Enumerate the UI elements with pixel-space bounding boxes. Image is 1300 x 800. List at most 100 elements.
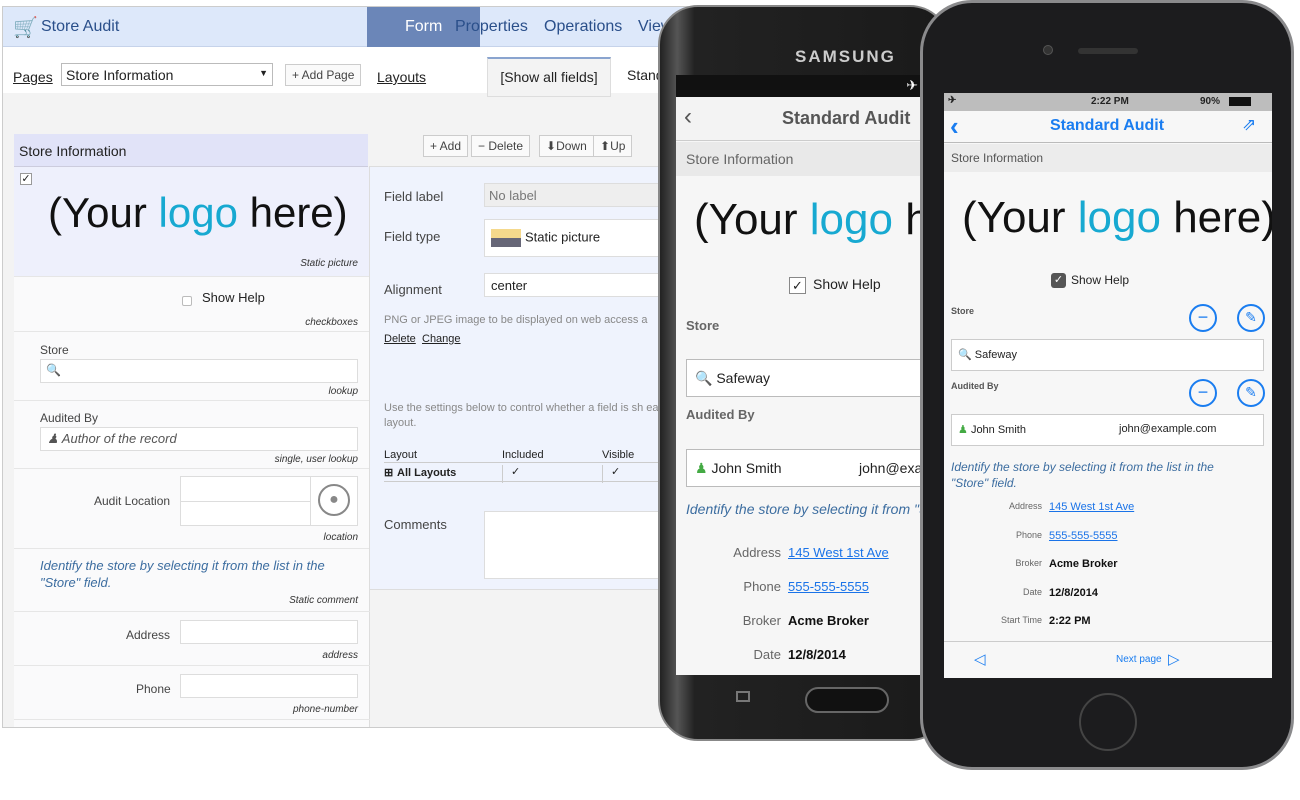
field-audit-location[interactable]: Audit Location ● location <box>14 469 370 549</box>
pager: ◁ Next page ▷ <box>944 641 1272 678</box>
add-page-button[interactable]: + Add Page <box>285 64 362 86</box>
field-link[interactable]: 555-555-5555 <box>788 579 869 594</box>
expand-icon[interactable]: ⊞ <box>384 466 393 479</box>
field-logo[interactable]: ✓ (Your logo here) Static picture <box>14 167 370 277</box>
home-button[interactable] <box>805 687 889 713</box>
home-button[interactable] <box>1079 693 1137 751</box>
page-select-value: Store Information <box>66 67 174 83</box>
logo-image: (Your logo here) <box>48 189 348 236</box>
clear-icon[interactable]: − <box>1189 304 1217 332</box>
field-label: Phone <box>743 579 781 594</box>
clear-icon[interactable]: − <box>1189 379 1217 407</box>
field-link[interactable]: 145 West 1st Ave <box>1049 501 1134 513</box>
layout-help-text: Use the settings below to control whethe… <box>384 402 671 429</box>
user-name: John Smith <box>970 424 1026 436</box>
delete-field-button[interactable]: − Delete <box>471 135 531 157</box>
field-store[interactable]: Store 🔍 lookup <box>14 332 370 401</box>
layout-table: Layout Included Visible ⊞ All Layouts ✓ … <box>384 449 674 485</box>
store-input[interactable]: 🔍 Safeway <box>686 359 948 397</box>
properties-panel: Field label No label Field type Static p… <box>369 166 674 590</box>
pages-label[interactable]: Pages <box>13 69 53 85</box>
audited-by-placeholder: Author of the record <box>61 431 177 446</box>
user-icon: ♟ <box>47 431 59 446</box>
table-row[interactable]: ⊞ All Layouts ✓ ✓ <box>384 462 674 483</box>
field-link[interactable]: 555-555-5555 <box>1049 530 1118 542</box>
tab-operations[interactable]: Operations <box>535 7 631 47</box>
add-field-button[interactable]: + Add <box>423 135 469 157</box>
field-address[interactable]: Address address <box>14 612 370 666</box>
included-check-icon[interactable]: ✓ <box>502 465 520 483</box>
col-included: Included <box>502 449 544 461</box>
tab-properties[interactable]: Properties <box>446 7 537 47</box>
latitude-input[interactable] <box>180 476 311 502</box>
back-icon[interactable]: ‹ <box>684 103 692 131</box>
app-title: Store Audit <box>41 18 120 35</box>
page-select[interactable]: Store Information ▼ <box>61 63 273 86</box>
share-icon[interactable]: ⇗ <box>1242 115 1256 135</box>
field-label: Address <box>733 545 781 560</box>
prev-page-icon[interactable]: ◁ <box>974 650 986 668</box>
search-icon: 🔍 <box>695 370 713 386</box>
next-page-link[interactable]: Next page <box>1116 654 1162 665</box>
store-label: Store <box>40 343 69 357</box>
change-image-link[interactable]: Change <box>422 333 461 345</box>
audited-by-input[interactable]: ♟ Author of the record <box>40 427 358 451</box>
col-layout: Layout <box>384 449 418 461</box>
field-label-label: Field label <box>384 189 444 204</box>
move-down-button[interactable]: ⬇Down <box>539 135 594 157</box>
show-help-checkbox[interactable]: ✓ <box>789 277 806 294</box>
edit-pencil-icon[interactable]: ✎ <box>1237 304 1265 332</box>
next-page-icon[interactable]: ▷ <box>1168 650 1180 668</box>
nav-bar: ‹ Standard Audit ⇗ <box>944 111 1272 143</box>
battery-icon <box>1229 97 1251 106</box>
logo-image: (Your logo here) <box>962 193 1272 242</box>
visible-check-icon[interactable]: ✓ <box>602 465 620 483</box>
map-pin-button[interactable]: ● <box>310 476 358 526</box>
layouts-label[interactable]: Layouts <box>377 69 426 85</box>
layout-tab-all[interactable]: [Show all fields] <box>487 57 611 97</box>
store-input[interactable]: 🔍 Safeway <box>951 339 1264 371</box>
audited-by-input[interactable]: ♟ John Smith john@example.com <box>951 414 1264 446</box>
iphone-screen: ✈ 2:22 PM 90% ‹ Standard Audit ⇗ Store I… <box>944 93 1272 678</box>
field-type-hint: address <box>322 650 358 661</box>
screen-title: Standard Audit <box>1050 117 1165 134</box>
col-visible: Visible <box>602 449 635 461</box>
field-label: Broker <box>742 613 781 628</box>
field-type-hint: Static comment <box>289 595 358 606</box>
address-input[interactable] <box>180 620 358 644</box>
status-bar: ✈ 2:22 PM 90% <box>944 93 1272 111</box>
show-help-checkbox[interactable]: ✓ <box>1051 273 1066 288</box>
recent-apps-icon[interactable] <box>736 691 750 702</box>
delete-image-link[interactable]: Delete <box>384 333 416 345</box>
field-show-help[interactable]: Show Help checkboxes <box>14 277 370 332</box>
select-checkbox[interactable]: ✓ <box>20 173 32 185</box>
field-static-comment[interactable]: Identify the store by selecting it from … <box>14 549 370 612</box>
field-value: Acme Broker <box>1049 558 1118 570</box>
store-label: Store <box>951 306 975 316</box>
store-input[interactable]: 🔍 <box>40 359 358 383</box>
longitude-input[interactable] <box>180 501 311 526</box>
down-label: Down <box>556 139 587 153</box>
show-help-label: Show Help <box>1071 273 1130 287</box>
field-label-input[interactable]: No label <box>484 183 674 207</box>
move-up-button[interactable]: ⬆Up <box>593 135 633 157</box>
map-pin-icon: ● <box>318 484 350 516</box>
edit-pencil-icon[interactable]: ✎ <box>1237 379 1265 407</box>
comments-textarea[interactable] <box>484 511 674 579</box>
audited-by-input[interactable]: ♟ John Smith john@exar <box>686 449 948 487</box>
field-label: Broker <box>1015 558 1042 568</box>
field-audited-by[interactable]: Audited By ♟ Author of the record single… <box>14 401 370 469</box>
field-phone[interactable]: Phone phone-number <box>14 666 370 720</box>
field-link[interactable]: 145 West 1st Ave <box>788 545 889 560</box>
back-icon[interactable]: ‹ <box>950 111 959 142</box>
alignment-label: Alignment <box>384 282 442 297</box>
web-designer: 🛒 Store Audit Form Properties Operations… <box>2 6 702 728</box>
alignment-select[interactable]: center <box>484 273 674 297</box>
show-help-checkbox[interactable] <box>182 296 192 306</box>
phone-input[interactable] <box>180 674 358 698</box>
field-type-select[interactable]: Static picture <box>484 219 674 257</box>
field-type-hint: location <box>323 532 358 543</box>
battery-percent: 90% <box>1200 96 1221 107</box>
field-type-hint: checkboxes <box>305 317 358 328</box>
field-value: 12/8/2014 <box>788 647 846 662</box>
